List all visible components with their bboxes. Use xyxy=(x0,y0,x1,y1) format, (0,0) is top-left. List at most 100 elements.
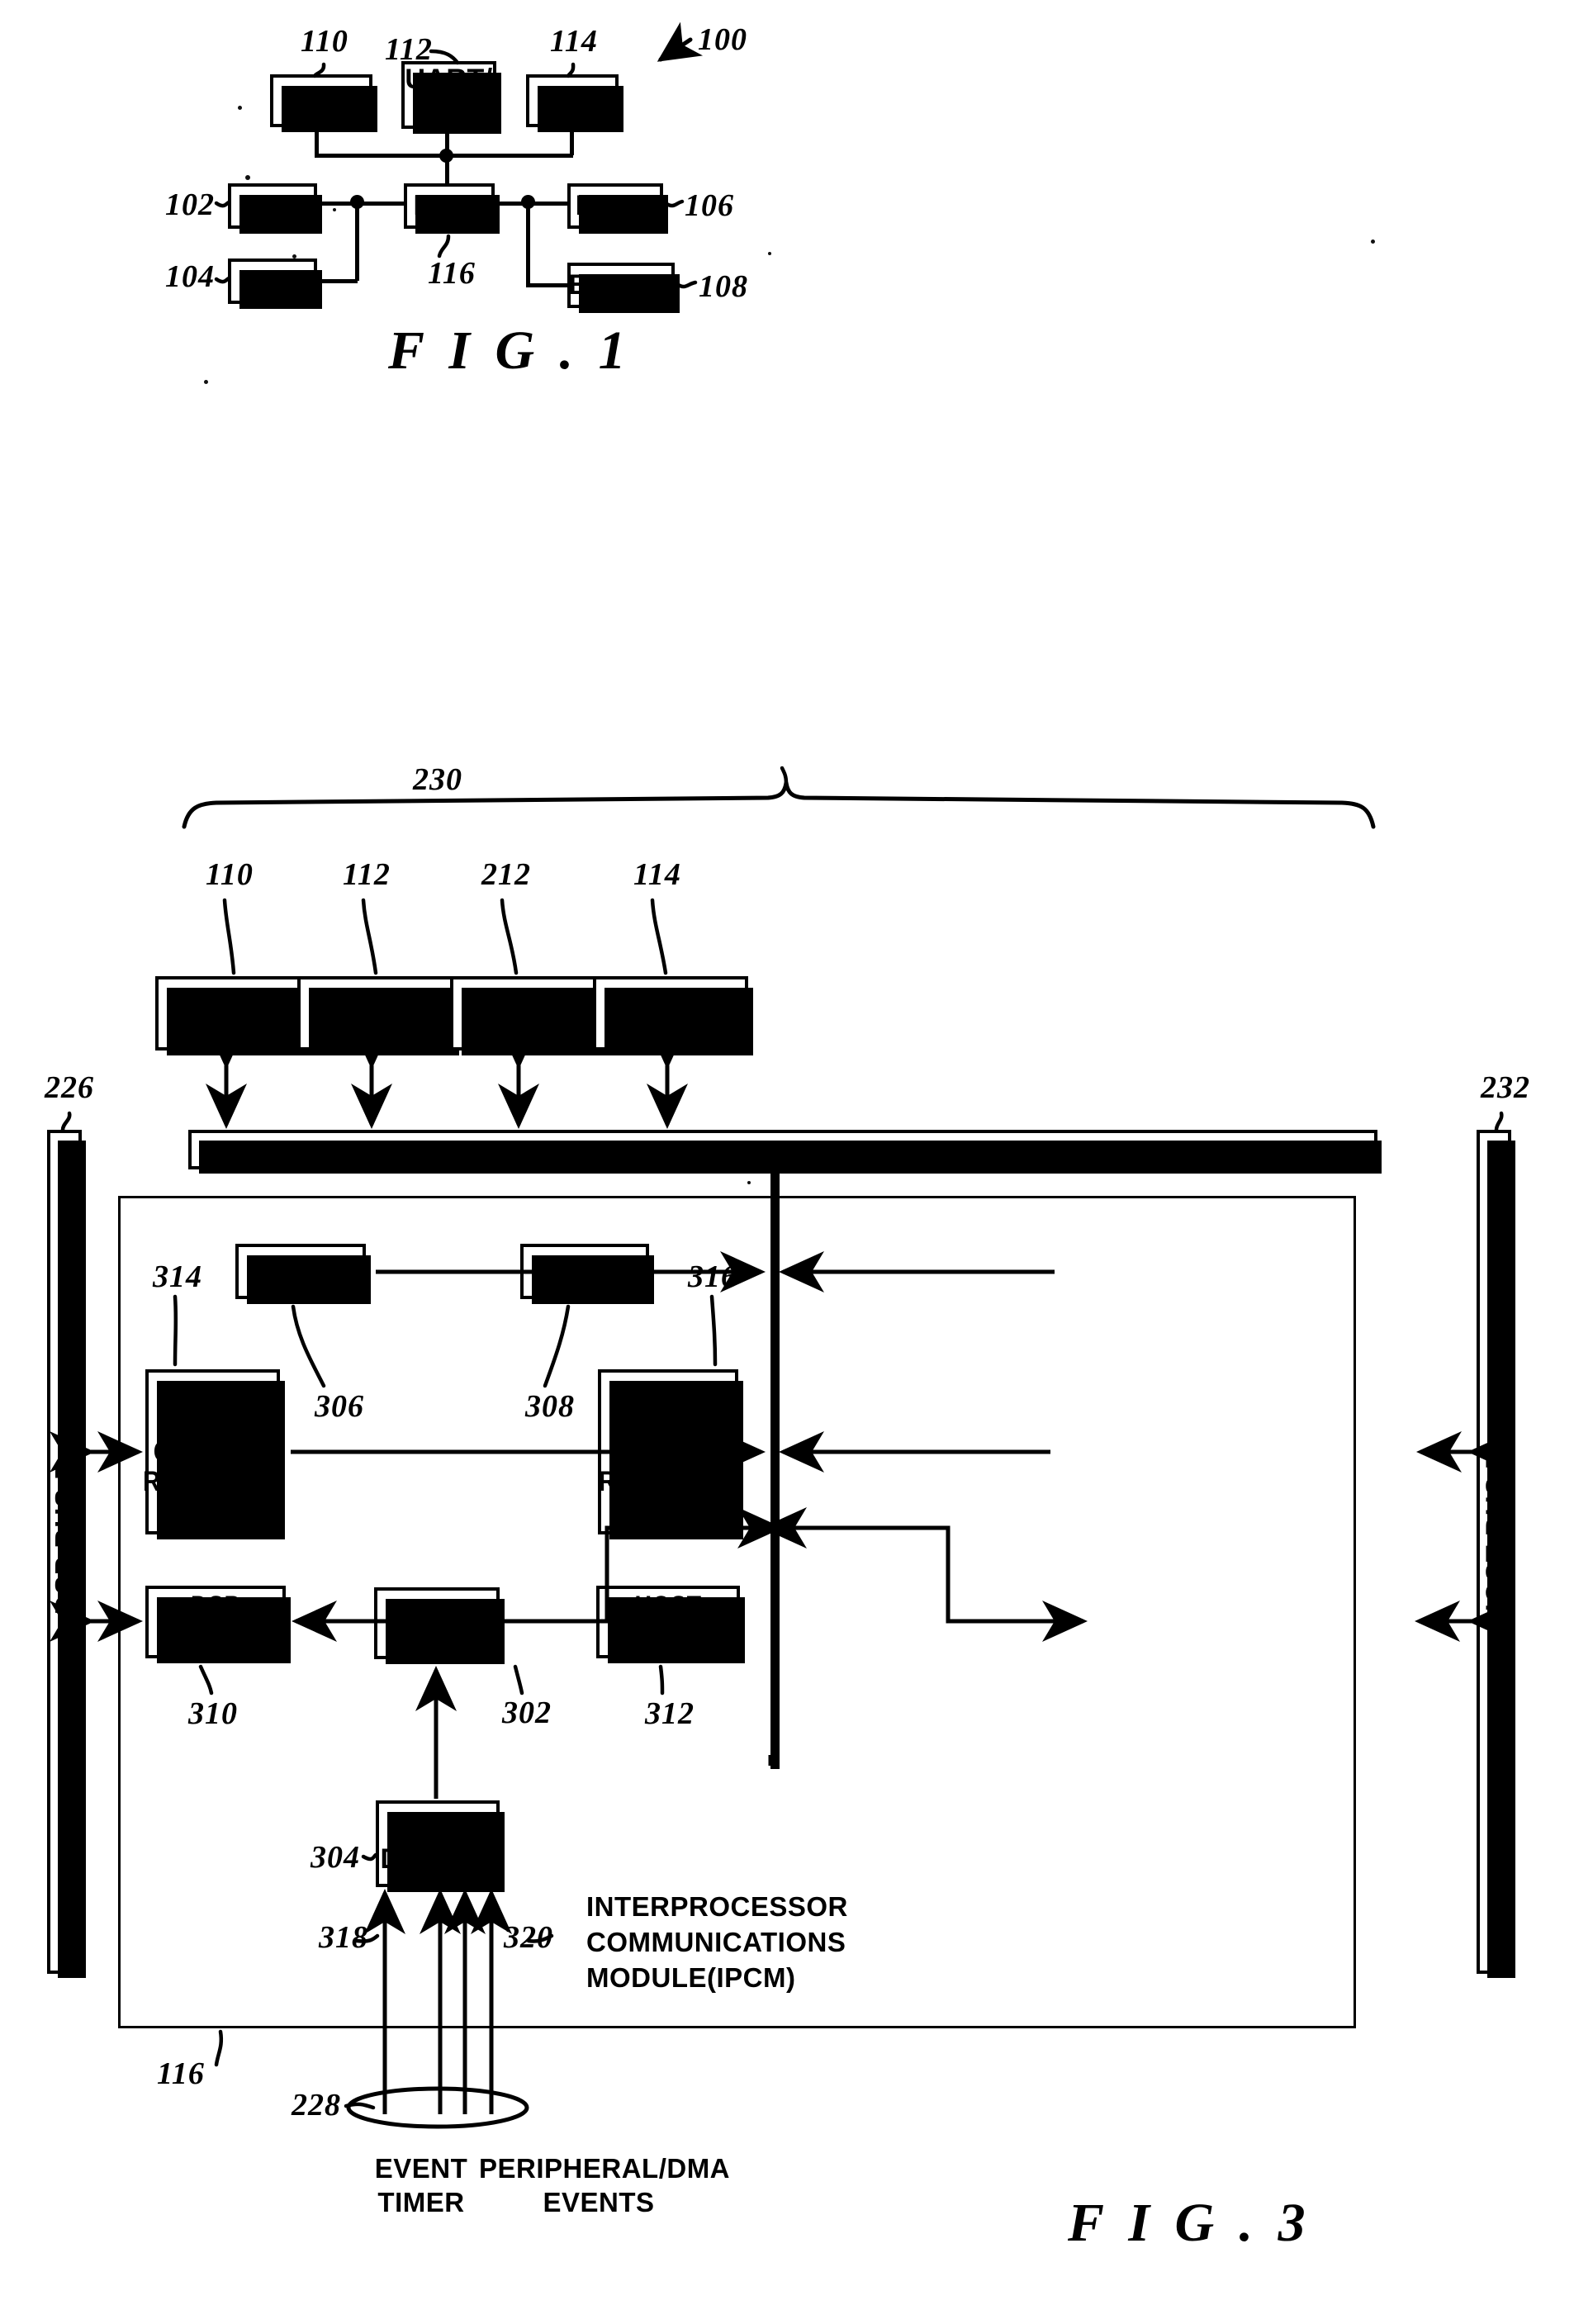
fig3-block-dspctl-line3: REGISTERS xyxy=(143,1466,282,1498)
fig3-caption: F I G . 3 xyxy=(1068,2193,1311,2253)
fig3-block-dsp-control-registers: DSP CONTROL REGISTERS xyxy=(143,1369,285,1539)
scan-speck xyxy=(333,208,336,211)
patent-drawing-page: 110 112 114 100 USB UART/ IRDA MMC 102 D… xyxy=(0,0,1574,2324)
fig1-block-dsp: DSP xyxy=(228,183,322,234)
scan-speck xyxy=(747,1181,751,1184)
fig3-peripheral-irda-uart-label: IRDA/UART xyxy=(309,997,443,1029)
fig1-block-host-label: HOST xyxy=(575,190,656,222)
fig3-block-sram: SRAM xyxy=(235,1244,371,1304)
fig1-block-host: HOST xyxy=(567,183,668,234)
leader-114-fig3 xyxy=(650,898,668,975)
leader-112-fig3 xyxy=(361,898,378,975)
ref-232-hostbus: 232 xyxy=(1481,1070,1530,1105)
fig3-peripheral-events-label: PERIPHERAL/DMA EVENTS xyxy=(479,2151,731,2220)
fig3-block-host-dma: HOST DMA xyxy=(596,1586,745,1663)
fig1-block-uart-irda: UART/ IRDA xyxy=(401,61,501,134)
fig1-block-ram-label: RAM xyxy=(239,265,306,297)
leader-226 xyxy=(60,1111,72,1132)
leader-232 xyxy=(1494,1111,1504,1132)
scan-speck xyxy=(238,106,242,110)
leader-102 xyxy=(214,200,231,208)
ref-102-dsp: 102 xyxy=(165,187,215,222)
fig3-peripheral-usb-label: USB xyxy=(201,997,263,1029)
leader-116-fig3 xyxy=(214,2029,224,2067)
brace-230-stem xyxy=(780,766,789,785)
fig1-block-usb: USB xyxy=(270,74,377,132)
wire-ram-right xyxy=(317,279,358,283)
ref-100-system: 100 xyxy=(698,22,747,57)
fig1-block-usb-label: USB xyxy=(291,84,352,116)
fig1-block-ipcm: IPCM xyxy=(404,183,500,234)
leader-116-fig1 xyxy=(437,234,451,258)
fig1-block-mmc: MMC xyxy=(526,74,623,132)
fig3-peripheral-irda-uart: IRDA/UART xyxy=(297,976,459,1055)
fig3-event-timer-label: EVENT TIMER xyxy=(343,2151,500,2220)
fig3-block-host-control-registers: HOST CONTROL REGISTERS xyxy=(598,1369,743,1539)
fig3-peripheral-events-line1: PERIPHERAL/DMA xyxy=(479,2153,731,2184)
fig3-block-rom-label: ROM xyxy=(551,1255,619,1288)
fig3-data-bus-label: DATA BUS T xyxy=(687,1138,856,1169)
fig1-block-edram: EDRAM xyxy=(567,263,680,313)
fig3-block-hostctl-line2: CONTROL xyxy=(608,1435,728,1468)
wire-mmc-left xyxy=(445,154,573,158)
fig3-block-eventdet-line1: EVENT xyxy=(390,1812,486,1844)
fig3-block-risc-label: RISC xyxy=(402,1607,472,1639)
scan-speck xyxy=(1371,240,1375,244)
fig3-dsp-bus-bar: DSP BUS D xyxy=(47,1130,86,1978)
leader-104 xyxy=(214,276,231,284)
fig3-peripheral-events-line2: EVENTS xyxy=(543,2187,655,2218)
fig3-block-risc: RISC xyxy=(374,1587,505,1664)
fig3-block-rom: ROM xyxy=(520,1244,654,1304)
wire-usb-right xyxy=(315,154,447,158)
ellipse-228 xyxy=(346,2086,529,2129)
wire-ram-up xyxy=(355,202,359,281)
fig1-block-ram: RAM xyxy=(228,258,322,309)
fig3-event-timer-line1: EVENT xyxy=(374,2153,468,2184)
ref-228-ellipse: 228 xyxy=(292,2088,341,2122)
fig1-block-dsp-label: DSP xyxy=(243,190,302,222)
leader-110-fig3 xyxy=(222,898,236,975)
fig1-caption: F I G . 1 xyxy=(388,320,632,381)
leader-228 xyxy=(344,2102,376,2110)
fig3-block-event-detect: EVENT DETECT xyxy=(376,1800,505,1892)
ref-116-ipcm-fig3: 116 xyxy=(157,2056,205,2091)
fig1-block-ipcm-label: IPCM xyxy=(413,190,486,222)
fig3-peripheral-ssi-label: SSI xyxy=(503,997,550,1029)
ref-114-fig1: 114 xyxy=(550,24,598,59)
fig3-dsp-bus-label: DSP BUS D xyxy=(50,1458,80,1615)
fig3-peripheral-ssi: SSI xyxy=(450,976,608,1055)
fig3-block-dspdma-label: DSP DMA xyxy=(187,1591,244,1653)
scan-speck xyxy=(768,252,771,255)
junction-dot-top xyxy=(439,149,453,163)
fig3-event-timer-line2: TIMER xyxy=(377,2187,465,2218)
fig1-block-uart-label-line1: UART/ xyxy=(405,64,493,96)
fig3-peripheral-mmc: MMC xyxy=(593,976,753,1055)
ref-112-fig3: 112 xyxy=(343,857,391,892)
ref-110-fig3: 110 xyxy=(206,857,254,892)
fig3-block-dsp-dma: DSP DMA xyxy=(145,1586,291,1663)
fig3-host-bus-bar: HOST BUS T xyxy=(1477,1130,1515,1978)
ref-230-brace: 230 xyxy=(413,762,462,797)
fig3-peripheral-usb: USB xyxy=(155,976,313,1055)
leader-106 xyxy=(663,199,685,208)
leader-212-fig3 xyxy=(500,898,519,975)
fig3-block-dspctl-line1: DSP xyxy=(187,1405,238,1437)
leader-100-arrow xyxy=(657,21,704,62)
fig3-peripheral-mmc-label: MMC xyxy=(636,997,705,1029)
fig3-block-hostctl-line3: REGISTERS xyxy=(598,1466,738,1498)
ref-110-fig1: 110 xyxy=(301,24,348,59)
ref-212-fig3: 212 xyxy=(481,857,531,892)
fig1-block-mmc-label: MMC xyxy=(538,84,607,116)
ref-114-fig3: 114 xyxy=(633,857,681,892)
ref-108-edram: 108 xyxy=(699,269,748,304)
fig3-block-sram-label: SRAM xyxy=(258,1255,344,1288)
fig3-block-hostctl-line1: HOST xyxy=(634,1405,702,1437)
leader-108 xyxy=(675,280,698,289)
ref-104-ram: 104 xyxy=(165,259,215,294)
ref-116-ipcm-fig1: 116 xyxy=(428,256,476,291)
fig1-block-uart-label-line2: IRDA xyxy=(413,94,485,126)
wire-edram-right xyxy=(526,283,569,287)
scan-speck xyxy=(204,380,208,384)
fig3-block-dspctl-line2: CONTROL xyxy=(153,1435,273,1468)
brace-230 xyxy=(182,780,1376,829)
